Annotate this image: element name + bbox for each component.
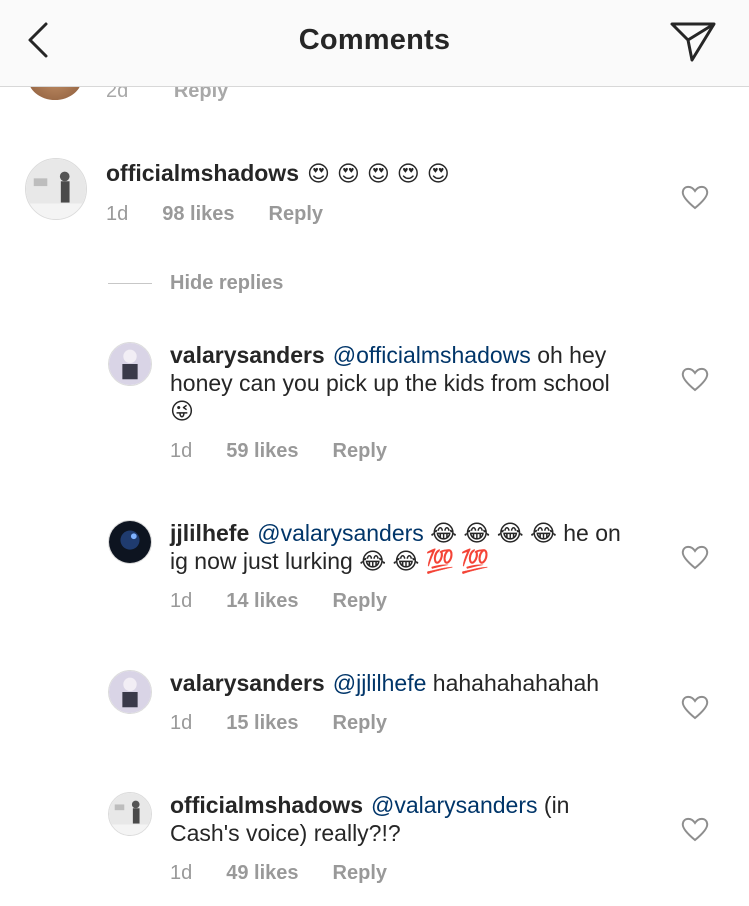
avatar[interactable] <box>108 520 152 564</box>
comment-username[interactable]: officialmshadows <box>106 160 299 186</box>
reply-button[interactable]: Reply <box>333 862 387 884</box>
avatar[interactable] <box>25 158 87 220</box>
likes-count[interactable]: 15 likes <box>226 712 298 734</box>
avatar[interactable] <box>28 86 82 100</box>
reply: valarysanders @officialmshadows oh hey ho… <box>0 338 749 468</box>
comment-text: 😍 😍 😍 😍 😍 <box>306 162 450 187</box>
header-bar: Comments <box>0 0 749 87</box>
partial-comment: 2d Reply <box>0 86 749 106</box>
reply-button[interactable]: Reply <box>333 440 387 462</box>
reply-username[interactable]: officialmshadows <box>170 792 363 818</box>
avatar[interactable] <box>108 792 152 836</box>
heart-icon[interactable] <box>681 694 709 720</box>
heart-icon[interactable] <box>681 816 709 842</box>
mention-link[interactable]: @officialmshadows <box>333 342 531 368</box>
reply-time: 1d <box>170 862 193 884</box>
reply-time: 1d <box>170 590 193 612</box>
reply-username[interactable]: jjlilhefe <box>170 520 249 546</box>
likes-count[interactable]: 98 likes <box>162 203 234 225</box>
reply-button[interactable]: Reply <box>333 712 387 734</box>
reply: officialmshadows @valarysanders (in Cash'… <box>0 788 749 898</box>
avatar[interactable] <box>108 670 152 714</box>
reply-username[interactable]: valarysanders <box>170 670 325 696</box>
share-button[interactable] <box>668 18 718 64</box>
mention-link[interactable]: @valarysanders <box>257 520 424 546</box>
reply-button[interactable]: Reply <box>174 86 228 102</box>
reply-text: hahahahahahah <box>432 670 600 696</box>
reply: jjlilhefe @valarysanders 😂 😂 😂 😂 he on ig… <box>0 516 749 616</box>
reply: valarysanders @jjlilhefe hahahahahahah 1d… <box>0 666 749 746</box>
likes-count[interactable]: 49 likes <box>226 862 298 884</box>
mention-link[interactable]: @jjlilhefe <box>333 670 427 696</box>
hide-replies-label[interactable]: Hide replies <box>170 272 283 295</box>
heart-icon[interactable] <box>681 366 709 392</box>
comment-time: 2d <box>106 86 129 102</box>
likes-count[interactable]: 59 likes <box>226 440 298 462</box>
reply-button[interactable]: Reply <box>269 203 323 225</box>
avatar[interactable] <box>108 342 152 386</box>
reply-time: 1d <box>170 712 193 734</box>
heart-icon[interactable] <box>681 544 709 570</box>
reply-username[interactable]: valarysanders <box>170 342 325 368</box>
comment-time: 1d <box>106 203 129 225</box>
mention-link[interactable]: @valarysanders <box>371 792 538 818</box>
likes-count[interactable]: 14 likes <box>226 590 298 612</box>
reply-time: 1d <box>170 440 193 462</box>
comment: officialmshadows 😍 😍 😍 😍 😍 1d 98 likes Repl… <box>0 150 749 240</box>
heart-icon[interactable] <box>681 184 709 210</box>
divider <box>108 283 152 284</box>
reply-button[interactable]: Reply <box>333 590 387 612</box>
paper-plane-icon <box>670 22 716 62</box>
page-title: Comments <box>298 24 451 56</box>
